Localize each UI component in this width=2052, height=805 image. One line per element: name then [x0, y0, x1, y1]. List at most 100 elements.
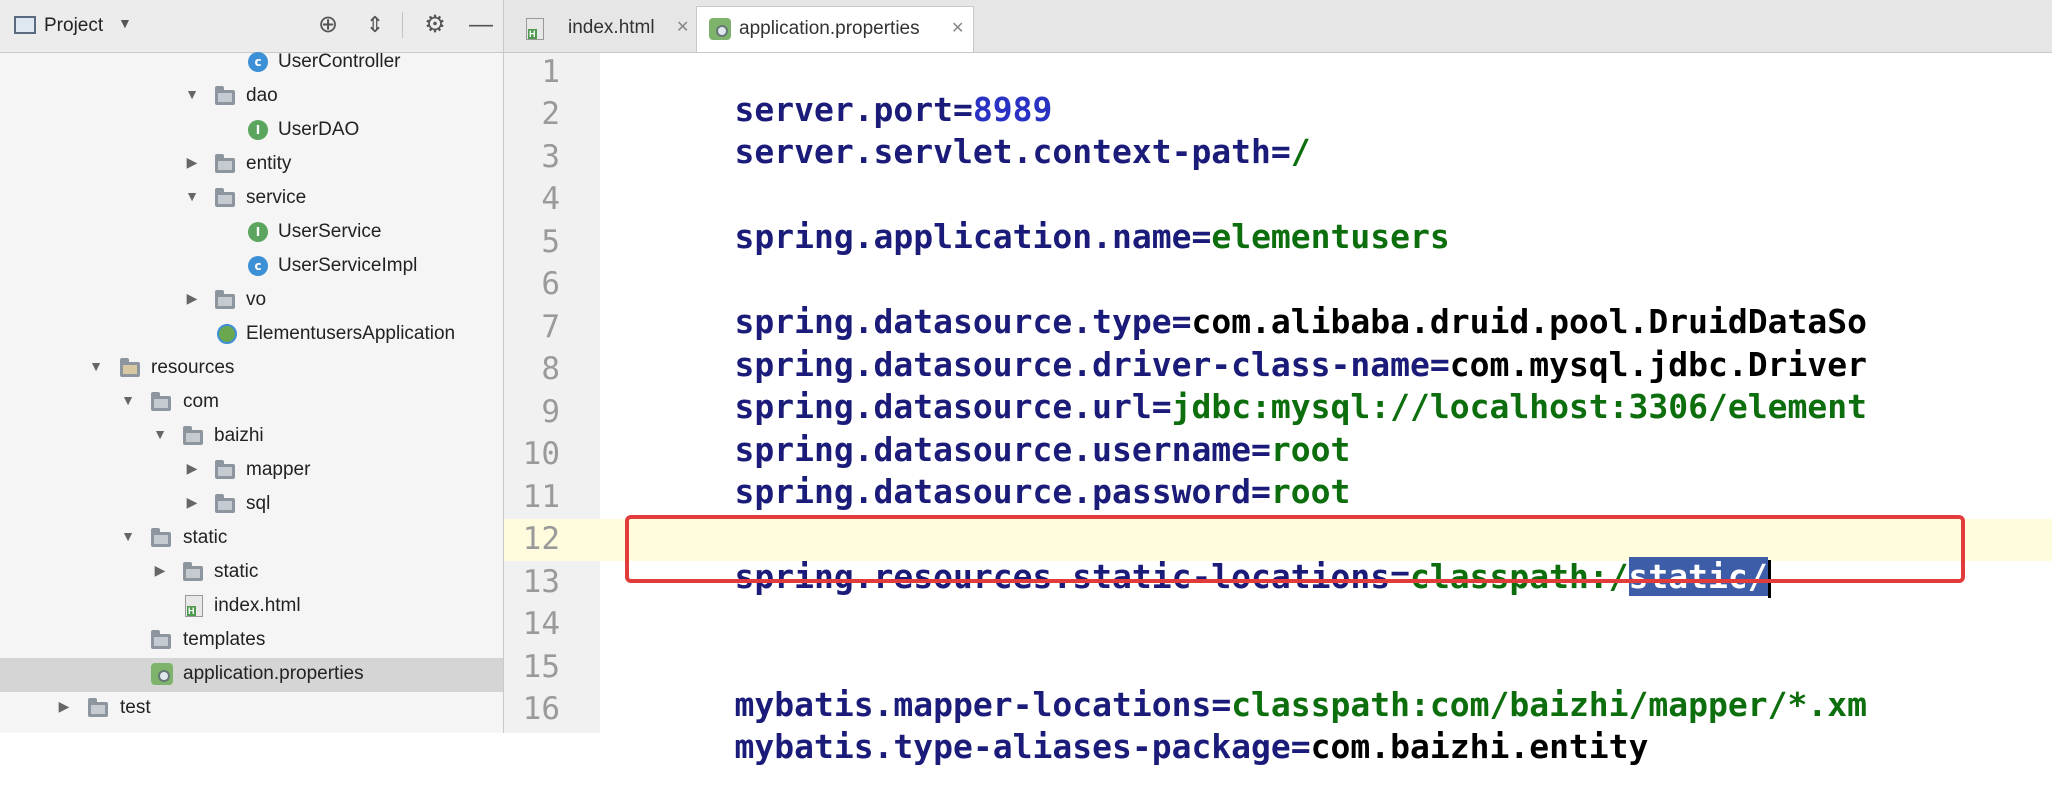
tree-item[interactable]: c UserController	[0, 46, 503, 80]
line-number: 14	[522, 606, 560, 642]
folder-icon	[215, 290, 235, 309]
expand-arrow-icon[interactable]: ▼	[184, 86, 200, 102]
tree-item[interactable]: ▼ resources	[0, 352, 503, 386]
tree-item[interactable]: ▶ mapper	[0, 454, 503, 488]
collapse-arrow-icon[interactable]: ▶	[56, 698, 72, 715]
editor-tab-bar: index.html ✕ application.properties ✕	[504, 0, 2052, 53]
resources-folder-icon	[120, 358, 140, 377]
tree-item-label: dao	[246, 85, 278, 106]
line-number: 1	[541, 54, 560, 90]
class-icon: c	[248, 256, 268, 276]
folder-icon	[88, 698, 108, 717]
tree-item[interactable]: index.html	[0, 590, 503, 624]
property-value: root	[1270, 472, 1351, 511]
tree-item-label: sql	[246, 493, 271, 514]
collapse-arrow-icon[interactable]: ▶	[184, 494, 200, 511]
interface-icon: I	[248, 120, 268, 140]
expand-arrow-icon[interactable]: ▼	[120, 528, 136, 544]
line-number: 9	[541, 394, 560, 430]
tree-item[interactable]: ▼ dao	[0, 80, 503, 114]
tab-label: application.properties	[739, 18, 920, 39]
folder-icon	[215, 460, 235, 479]
tree-item[interactable]: ▶ vo	[0, 284, 503, 318]
chevron-down-icon[interactable]: ▼	[118, 15, 132, 31]
line-number: 5	[541, 224, 560, 260]
close-icon[interactable]: ✕	[676, 17, 689, 37]
tree-item[interactable]: ▼ com	[0, 386, 503, 420]
close-icon[interactable]: ✕	[951, 18, 964, 38]
folder-icon	[183, 562, 203, 581]
code-line[interactable]: mybatis.type-aliases-package=com.baizhi.…	[655, 688, 1648, 805]
line-number: 16	[522, 691, 560, 727]
tree-item[interactable]: templates	[0, 624, 503, 658]
tree-item[interactable]: ▶ static	[0, 556, 503, 590]
line-number: 15	[522, 649, 560, 685]
tree-item-label: mapper	[246, 459, 311, 480]
header-divider	[402, 12, 403, 38]
equals-sign: =	[1270, 132, 1291, 171]
tree-item-label: vo	[246, 289, 267, 310]
html-file-icon	[185, 595, 203, 617]
collapse-all-icon[interactable]: ⇕	[360, 10, 390, 40]
equals-sign: =	[1191, 217, 1212, 256]
tree-item-label: com	[183, 391, 219, 412]
tree-item-label: UserServiceImpl	[278, 255, 418, 276]
tree-item[interactable]: ▼ static	[0, 522, 503, 556]
collapse-arrow-icon[interactable]: ▶	[184, 460, 200, 477]
tree-item[interactable]: ▼ baizhi	[0, 420, 503, 454]
tree-item-label: ElementusersApplication	[246, 323, 456, 344]
tree-item[interactable]: ▼ service	[0, 182, 503, 216]
locate-target-icon[interactable]: ⊕	[313, 10, 343, 40]
line-number: 3	[541, 139, 560, 175]
tree-item[interactable]: ElementusersApplication	[0, 318, 503, 352]
expand-arrow-icon[interactable]: ▼	[184, 188, 200, 204]
folder-icon	[151, 392, 171, 411]
html-file-icon	[526, 18, 544, 40]
tree-item-label: baizhi	[214, 425, 264, 446]
properties-file-icon	[151, 663, 173, 685]
property-value: elementusers	[1211, 217, 1450, 256]
tab-application-properties[interactable]: application.properties ✕	[696, 6, 974, 52]
collapse-arrow-icon[interactable]: ▶	[184, 154, 200, 171]
interface-icon: I	[248, 222, 268, 242]
minimize-icon[interactable]: —	[466, 10, 496, 40]
tree-item[interactable]: I UserDAO	[0, 114, 503, 148]
gear-icon[interactable]: ⚙	[420, 10, 450, 40]
property-key: spring.application.name	[734, 217, 1192, 256]
line-number: 13	[522, 564, 560, 600]
tab-index-html[interactable]: index.html ✕	[520, 6, 694, 52]
tree-item-label: test	[120, 697, 151, 718]
line-number: 4	[541, 181, 560, 217]
line-number: 12	[522, 521, 560, 557]
tree-item-label: index.html	[214, 595, 301, 616]
spring-app-icon	[217, 324, 237, 344]
tree-item[interactable]: I UserService	[0, 216, 503, 250]
tree-item[interactable]: ▶ test	[0, 692, 503, 726]
folder-icon	[215, 188, 235, 207]
line-number: 11	[522, 479, 560, 515]
project-view-title[interactable]: Project	[44, 15, 103, 37]
property-key: spring.datasource.password	[734, 472, 1252, 511]
properties-file-icon	[709, 18, 731, 40]
line-number: 2	[541, 96, 560, 132]
collapse-arrow-icon[interactable]: ▶	[152, 562, 168, 579]
tree-item-label: application.properties	[183, 663, 364, 684]
expand-arrow-icon[interactable]: ▼	[120, 392, 136, 408]
folder-icon	[215, 494, 235, 513]
tree-item-label: UserService	[278, 221, 382, 242]
tree-item-selected[interactable]: application.properties	[0, 658, 503, 692]
tree-item[interactable]: ▶ entity	[0, 148, 503, 182]
tree-item-label: entity	[246, 153, 292, 174]
folder-icon	[215, 154, 235, 173]
expand-arrow-icon[interactable]: ▼	[88, 358, 104, 374]
tab-label: index.html	[568, 17, 655, 38]
tree-item[interactable]: ▶ sql	[0, 488, 503, 522]
folder-icon	[151, 630, 171, 649]
property-key: server.servlet.context-path	[734, 132, 1271, 171]
expand-arrow-icon[interactable]: ▼	[152, 426, 168, 442]
tree-item[interactable]: c UserServiceImpl	[0, 250, 503, 284]
tree-item-label: service	[246, 187, 307, 208]
project-panel: Project ▼ ⊕ ⇕ ⚙ — c UserController ▼ dao…	[0, 0, 504, 733]
tree-item-label: UserController	[278, 51, 401, 72]
collapse-arrow-icon[interactable]: ▶	[184, 290, 200, 307]
